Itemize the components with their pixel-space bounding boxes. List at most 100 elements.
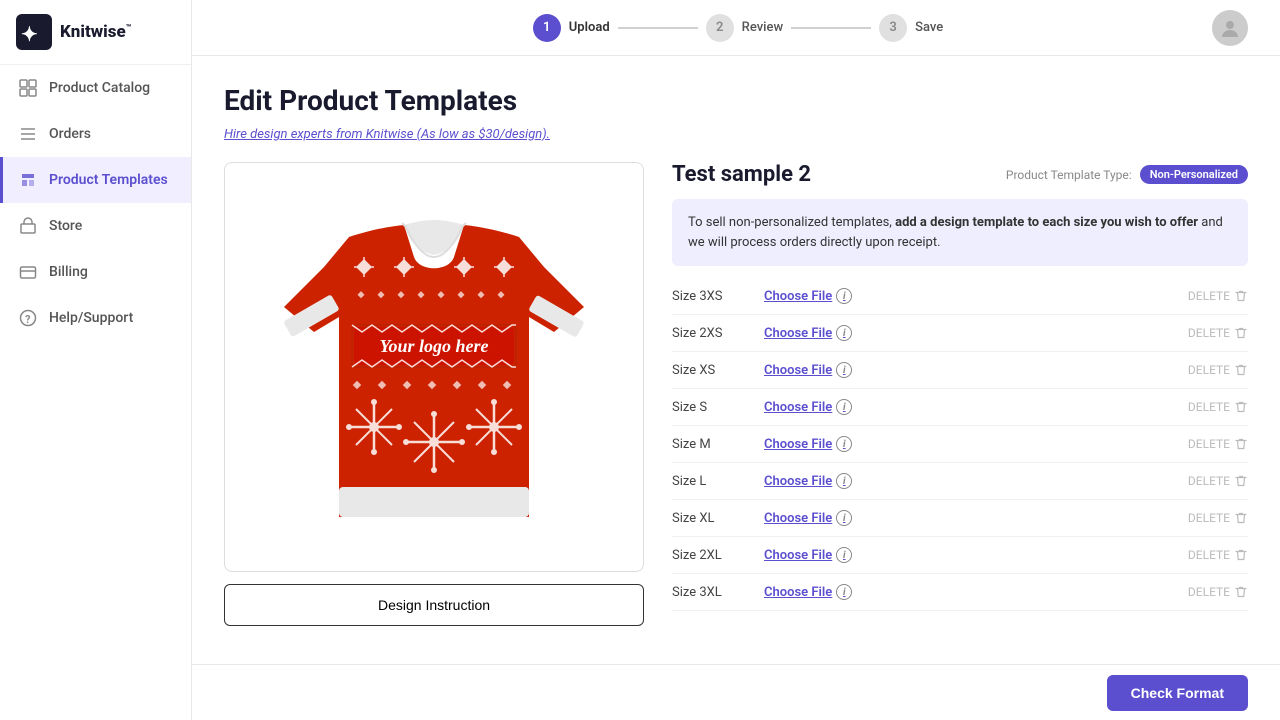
logo-text: Knitwise™ xyxy=(60,22,131,42)
trash-icon-3xs xyxy=(1234,289,1248,303)
nav-item-help[interactable]: ? Help/Support xyxy=(0,295,191,341)
step-2-circle: 2 xyxy=(706,14,734,42)
sizes-table: Size 3XS Choose File i DELETE Size 2XS C… xyxy=(672,278,1248,611)
size-label-3xl: Size 3XL xyxy=(672,585,752,600)
info-icon-2xl[interactable]: i xyxy=(836,547,852,563)
choose-file-link-3xs[interactable]: Choose File i xyxy=(764,288,1176,304)
sweater-image: Your logo here xyxy=(264,177,604,557)
choose-file-text-xs: Choose File xyxy=(764,363,832,378)
nav-label-help: Help/Support xyxy=(49,310,133,326)
nav-item-product-templates[interactable]: Product Templates xyxy=(0,157,191,203)
size-label-m: Size M xyxy=(672,437,752,452)
info-icon-xs[interactable]: i xyxy=(836,362,852,378)
step-2-label: Review xyxy=(742,20,783,35)
info-icon-xl[interactable]: i xyxy=(836,510,852,526)
info-text-part1: To sell non-personalized templates, xyxy=(688,215,892,230)
size-label-xs: Size XS xyxy=(672,363,752,378)
nav-label-store: Store xyxy=(49,218,82,234)
info-icon-l[interactable]: i xyxy=(836,473,852,489)
step-3-circle: 3 xyxy=(879,14,907,42)
info-icon-s[interactable]: i xyxy=(836,399,852,415)
check-format-button[interactable]: Check Format xyxy=(1107,675,1248,711)
step-3-label: Save xyxy=(915,20,943,35)
nav-item-store[interactable]: Store xyxy=(0,203,191,249)
trash-icon-3xl xyxy=(1234,585,1248,599)
nav-label-orders: Orders xyxy=(49,126,91,142)
delete-btn-m[interactable]: DELETE xyxy=(1188,437,1248,451)
avatar[interactable] xyxy=(1212,10,1248,46)
template-icon xyxy=(19,171,37,189)
size-row-2xs: Size 2XS Choose File i DELETE xyxy=(672,315,1248,352)
nav-item-product-catalog[interactable]: Product Catalog xyxy=(0,65,191,111)
delete-btn-2xl[interactable]: DELETE xyxy=(1188,548,1248,562)
design-instruction-button[interactable]: Design Instruction xyxy=(224,584,644,626)
page-title: Edit Product Templates xyxy=(224,84,1248,117)
knitwise-logo-icon: ✦ xyxy=(16,14,52,50)
nav-label-product-templates: Product Templates xyxy=(49,172,168,188)
step-1: 1 Upload xyxy=(533,14,610,42)
hire-link[interactable]: Hire design experts from Knitwise (As lo… xyxy=(224,127,550,142)
delete-btn-3xl[interactable]: DELETE xyxy=(1188,585,1248,599)
orders-icon xyxy=(19,125,37,143)
info-icon-3xl[interactable]: i xyxy=(836,584,852,600)
delete-label-xl: DELETE xyxy=(1188,511,1230,525)
help-icon: ? xyxy=(19,309,37,327)
choose-file-link-xl[interactable]: Choose File i xyxy=(764,510,1176,526)
size-row-s: Size S Choose File i DELETE xyxy=(672,389,1248,426)
choose-file-link-2xs[interactable]: Choose File i xyxy=(764,325,1176,341)
choose-file-link-3xl[interactable]: Choose File i xyxy=(764,584,1176,600)
choose-file-text-3xl: Choose File xyxy=(764,585,832,600)
step-3: 3 Save xyxy=(879,14,943,42)
choose-file-link-l[interactable]: Choose File i xyxy=(764,473,1176,489)
delete-btn-xs[interactable]: DELETE xyxy=(1188,363,1248,377)
choose-file-link-2xl[interactable]: Choose File i xyxy=(764,547,1176,563)
delete-btn-l[interactable]: DELETE xyxy=(1188,474,1248,488)
topbar: 1 Upload 2 Review 3 Save xyxy=(192,0,1280,56)
billing-icon xyxy=(19,263,37,281)
info-icon-3xs[interactable]: i xyxy=(836,288,852,304)
size-label-l: Size L xyxy=(672,474,752,489)
delete-label-3xl: DELETE xyxy=(1188,585,1230,599)
nav-label-product-catalog: Product Catalog xyxy=(49,80,150,96)
product-name: Test sample 2 xyxy=(672,162,811,187)
choose-file-text-xl: Choose File xyxy=(764,511,832,526)
choose-file-link-m[interactable]: Choose File i xyxy=(764,436,1176,452)
size-label-2xl: Size 2XL xyxy=(672,548,752,563)
info-icon-2xs[interactable]: i xyxy=(836,325,852,341)
svg-text:Your logo here: Your logo here xyxy=(379,336,488,356)
right-panel: Test sample 2 Product Template Type: Non… xyxy=(672,162,1248,611)
delete-label-3xs: DELETE xyxy=(1188,289,1230,303)
trash-icon-m xyxy=(1234,437,1248,451)
delete-btn-xl[interactable]: DELETE xyxy=(1188,511,1248,525)
delete-label-m: DELETE xyxy=(1188,437,1230,451)
info-icon-m[interactable]: i xyxy=(836,436,852,452)
steps-container: 1 Upload 2 Review 3 Save xyxy=(264,14,1212,42)
delete-btn-2xs[interactable]: DELETE xyxy=(1188,326,1248,340)
size-row-xs: Size XS Choose File i DELETE xyxy=(672,352,1248,389)
choose-file-link-s[interactable]: Choose File i xyxy=(764,399,1176,415)
step-2: 2 Review xyxy=(706,14,783,42)
product-header: Test sample 2 Product Template Type: Non… xyxy=(672,162,1248,187)
store-icon xyxy=(19,217,37,235)
svg-text:?: ? xyxy=(25,313,31,326)
sidebar: ✦ Knitwise™ Product Catalog Orders Produ… xyxy=(0,0,192,720)
nav-item-orders[interactable]: Orders xyxy=(0,111,191,157)
delete-label-s: DELETE xyxy=(1188,400,1230,414)
choose-file-link-xs[interactable]: Choose File i xyxy=(764,362,1176,378)
nav-item-billing[interactable]: Billing xyxy=(0,249,191,295)
delete-label-xs: DELETE xyxy=(1188,363,1230,377)
size-label-2xs: Size 2XS xyxy=(672,326,752,341)
product-type-row: Product Template Type: Non-Personalized xyxy=(1006,165,1248,184)
grid-icon xyxy=(19,79,37,97)
content-area: Edit Product Templates Hire design exper… xyxy=(192,56,1280,720)
delete-btn-3xs[interactable]: DELETE xyxy=(1188,289,1248,303)
choose-file-text-l: Choose File xyxy=(764,474,832,489)
info-box: To sell non-personalized templates, add … xyxy=(672,199,1248,266)
product-image-panel: Your logo here xyxy=(224,162,644,626)
size-row-xl: Size XL Choose File i DELETE xyxy=(672,500,1248,537)
size-row-m: Size M Choose File i DELETE xyxy=(672,426,1248,463)
choose-file-text-s: Choose File xyxy=(764,400,832,415)
delete-btn-s[interactable]: DELETE xyxy=(1188,400,1248,414)
choose-file-text-m: Choose File xyxy=(764,437,832,452)
delete-label-2xl: DELETE xyxy=(1188,548,1230,562)
